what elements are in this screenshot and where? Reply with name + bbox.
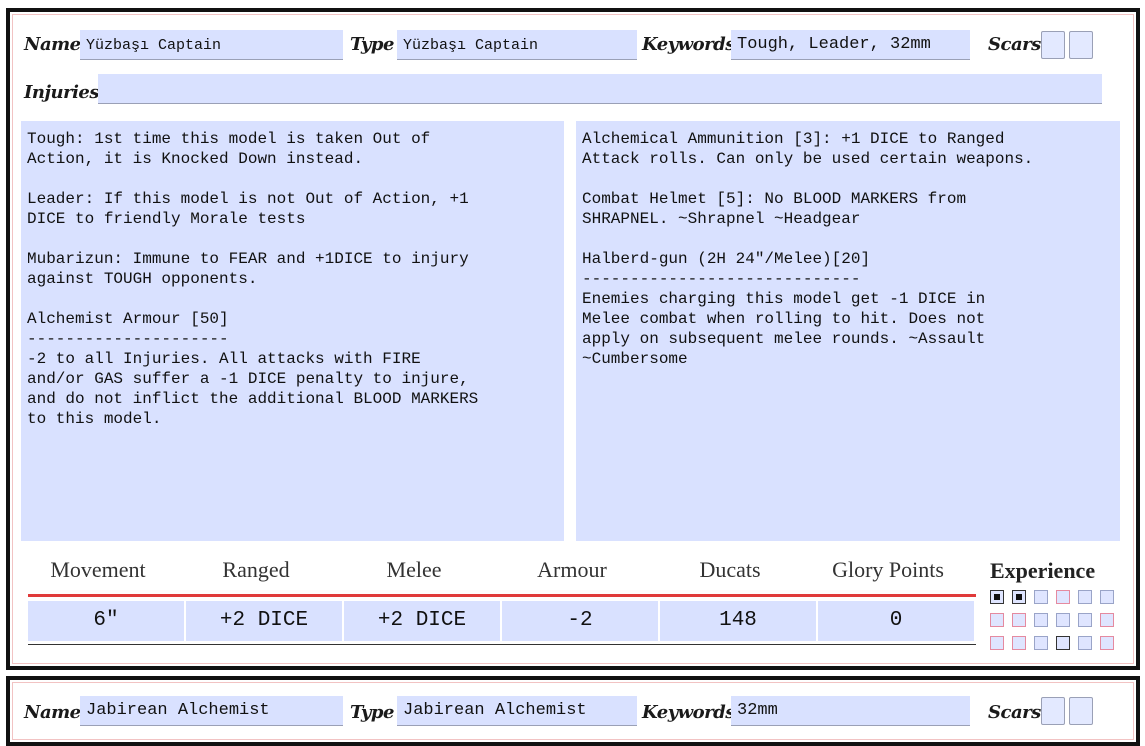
experience-checkbox[interactable] bbox=[1034, 613, 1048, 627]
keywords-field[interactable]: Tough, Leader, 32mm bbox=[731, 30, 970, 60]
scar-checkbox-1[interactable] bbox=[1041, 31, 1065, 59]
scar-checkbox-2[interactable] bbox=[1069, 697, 1093, 725]
ducats-value[interactable]: 148 bbox=[660, 601, 816, 641]
experience-checkbox[interactable] bbox=[1100, 636, 1114, 650]
melee-header: Melee bbox=[386, 557, 442, 582]
experience-label: Experience bbox=[990, 558, 1096, 583]
movement-header: Movement bbox=[50, 557, 146, 582]
experience-checkbox[interactable] bbox=[1078, 636, 1092, 650]
ranged-header: Ranged bbox=[222, 557, 290, 582]
scars-label: Scars bbox=[988, 702, 1041, 723]
abilities-textbox[interactable]: Tough: 1st time this model is taken Out … bbox=[21, 121, 564, 541]
warband-member-card: Name Jabirean Alchemist Type Jabirean Al… bbox=[6, 676, 1140, 746]
name-field[interactable]: Jabirean Alchemist bbox=[80, 696, 343, 726]
name-field[interactable]: Yüzbaşı Captain bbox=[80, 30, 343, 60]
experience-checkbox[interactable] bbox=[1100, 590, 1114, 604]
movement-value[interactable]: 6" bbox=[28, 601, 184, 641]
stat-divider-red bbox=[28, 594, 976, 597]
experience-checkbox[interactable] bbox=[1056, 636, 1070, 650]
scar-checkbox-1[interactable] bbox=[1041, 697, 1065, 725]
experience-checkbox[interactable] bbox=[1056, 613, 1070, 627]
scar-checkbox-2[interactable] bbox=[1069, 31, 1093, 59]
stat-divider-bottom bbox=[28, 644, 976, 645]
experience-checkbox[interactable] bbox=[1012, 613, 1026, 627]
glory-points-header: Glory Points bbox=[832, 557, 944, 582]
type-field[interactable]: Yüzbaşı Captain bbox=[397, 30, 637, 60]
experience-checkbox[interactable] bbox=[1034, 636, 1048, 650]
experience-checkbox[interactable] bbox=[990, 613, 1004, 627]
type-field[interactable]: Jabirean Alchemist bbox=[397, 696, 637, 726]
experience-checkbox[interactable] bbox=[990, 636, 1004, 650]
experience-checkbox[interactable] bbox=[1078, 590, 1092, 604]
injuries-field[interactable] bbox=[98, 74, 1102, 104]
equipment-textbox[interactable]: Alchemical Ammunition [3]: +1 DICE to Ra… bbox=[576, 121, 1120, 541]
glory-points-value[interactable]: 0 bbox=[818, 601, 974, 641]
experience-checkbox[interactable] bbox=[1100, 613, 1114, 627]
experience-grid bbox=[990, 590, 1114, 650]
keywords-field[interactable]: 32mm bbox=[731, 696, 970, 726]
name-label: Name bbox=[24, 702, 81, 723]
type-label: Type bbox=[350, 34, 394, 55]
type-label: Type bbox=[350, 702, 394, 723]
keywords-label: Keywords bbox=[642, 702, 735, 723]
warband-member-card: Name Yüzbaşı Captain Type Yüzbaşı Captai… bbox=[6, 8, 1140, 670]
ranged-value[interactable]: +2 DICE bbox=[186, 601, 342, 641]
experience-checkbox[interactable] bbox=[1012, 636, 1026, 650]
melee-value[interactable]: +2 DICE bbox=[344, 601, 500, 641]
injuries-label: Injuries bbox=[24, 82, 100, 103]
scars-label: Scars bbox=[988, 34, 1041, 55]
ducats-header: Ducats bbox=[699, 557, 761, 582]
keywords-label: Keywords bbox=[642, 34, 735, 55]
experience-checkbox[interactable] bbox=[1056, 590, 1070, 604]
experience-checkbox[interactable] bbox=[1012, 590, 1026, 604]
experience-checkbox[interactable] bbox=[1078, 613, 1092, 627]
experience-checkbox[interactable] bbox=[990, 590, 1004, 604]
armour-header: Armour bbox=[537, 557, 607, 582]
armour-value[interactable]: -2 bbox=[502, 601, 658, 641]
experience-checkbox[interactable] bbox=[1034, 590, 1048, 604]
name-label: Name bbox=[24, 34, 81, 55]
